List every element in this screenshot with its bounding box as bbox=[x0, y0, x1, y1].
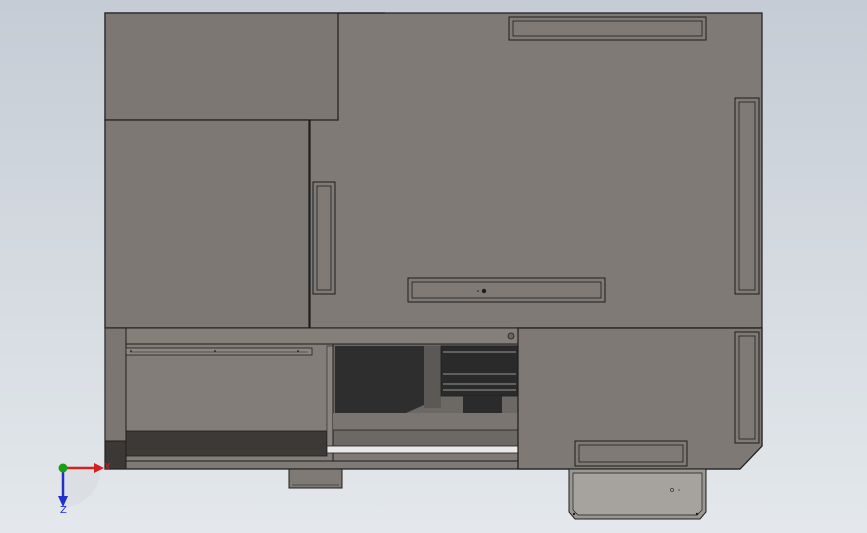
horizontal-slot-top bbox=[508, 16, 707, 41]
horizontal-slot-center bbox=[407, 277, 606, 303]
lower-right-panel[interactable] bbox=[517, 327, 763, 470]
triad-z-label: Z bbox=[60, 505, 67, 516]
model-view[interactable]: X Z bbox=[0, 0, 867, 533]
vertical-slot-right-upper bbox=[734, 97, 760, 295]
top-left-panel[interactable] bbox=[104, 12, 339, 121]
triad-y-dot bbox=[58, 463, 68, 473]
triad-x-label: X bbox=[104, 462, 111, 473]
graphics-viewport[interactable]: X Z bbox=[0, 0, 867, 533]
bottom-foot-left bbox=[288, 468, 343, 489]
interior-opening bbox=[326, 343, 519, 454]
left-mid-panel[interactable] bbox=[104, 119, 310, 329]
vertical-slot-left bbox=[312, 181, 336, 295]
bottom-tray[interactable] bbox=[568, 468, 707, 520]
